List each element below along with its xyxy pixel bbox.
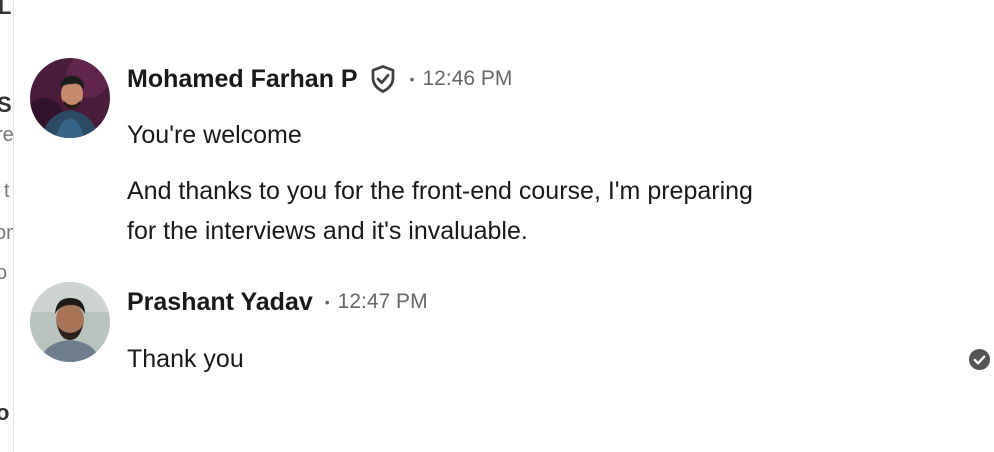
left-panel-fragment: o (0, 400, 9, 426)
avatar-photo-prashant (30, 282, 110, 362)
message-text: And thanks to you for the front-end cour… (127, 177, 753, 205)
message-header: Prashant Yadav • 12:47 PM (127, 283, 428, 321)
conversation-list-panel: L Si re j t on o o (0, 0, 14, 452)
message-text: for the interviews and it's invaluable. (127, 217, 528, 245)
avatar[interactable] (30, 282, 110, 362)
sender-name[interactable]: Mohamed Farhan P (127, 65, 358, 94)
left-panel-fragment: o (0, 262, 7, 285)
separator-dot: • (324, 294, 330, 310)
message-thread: Mohamed Farhan P • 12:46 PM You're welco… (14, 0, 994, 452)
left-panel-fragment: L (0, 0, 11, 20)
message-header: Mohamed Farhan P • 12:46 PM (127, 60, 512, 98)
sender-name[interactable]: Prashant Yadav (127, 288, 313, 317)
left-panel-fragment: j t (0, 180, 10, 202)
left-panel-fragment: on (0, 222, 13, 245)
message-text: Thank you (127, 345, 244, 373)
message-timestamp: 12:46 PM (422, 67, 513, 90)
avatar-photo-mohamed (30, 58, 110, 138)
avatar[interactable] (30, 58, 110, 138)
message-timestamp: 12:47 PM (337, 290, 428, 313)
verified-shield-icon (368, 64, 398, 94)
left-panel-fragment: re (0, 124, 14, 146)
left-panel-fragment: Si (0, 92, 13, 118)
read-receipt-check-icon (968, 348, 991, 371)
message-text: You're welcome (127, 121, 302, 149)
separator-dot: • (409, 71, 415, 87)
